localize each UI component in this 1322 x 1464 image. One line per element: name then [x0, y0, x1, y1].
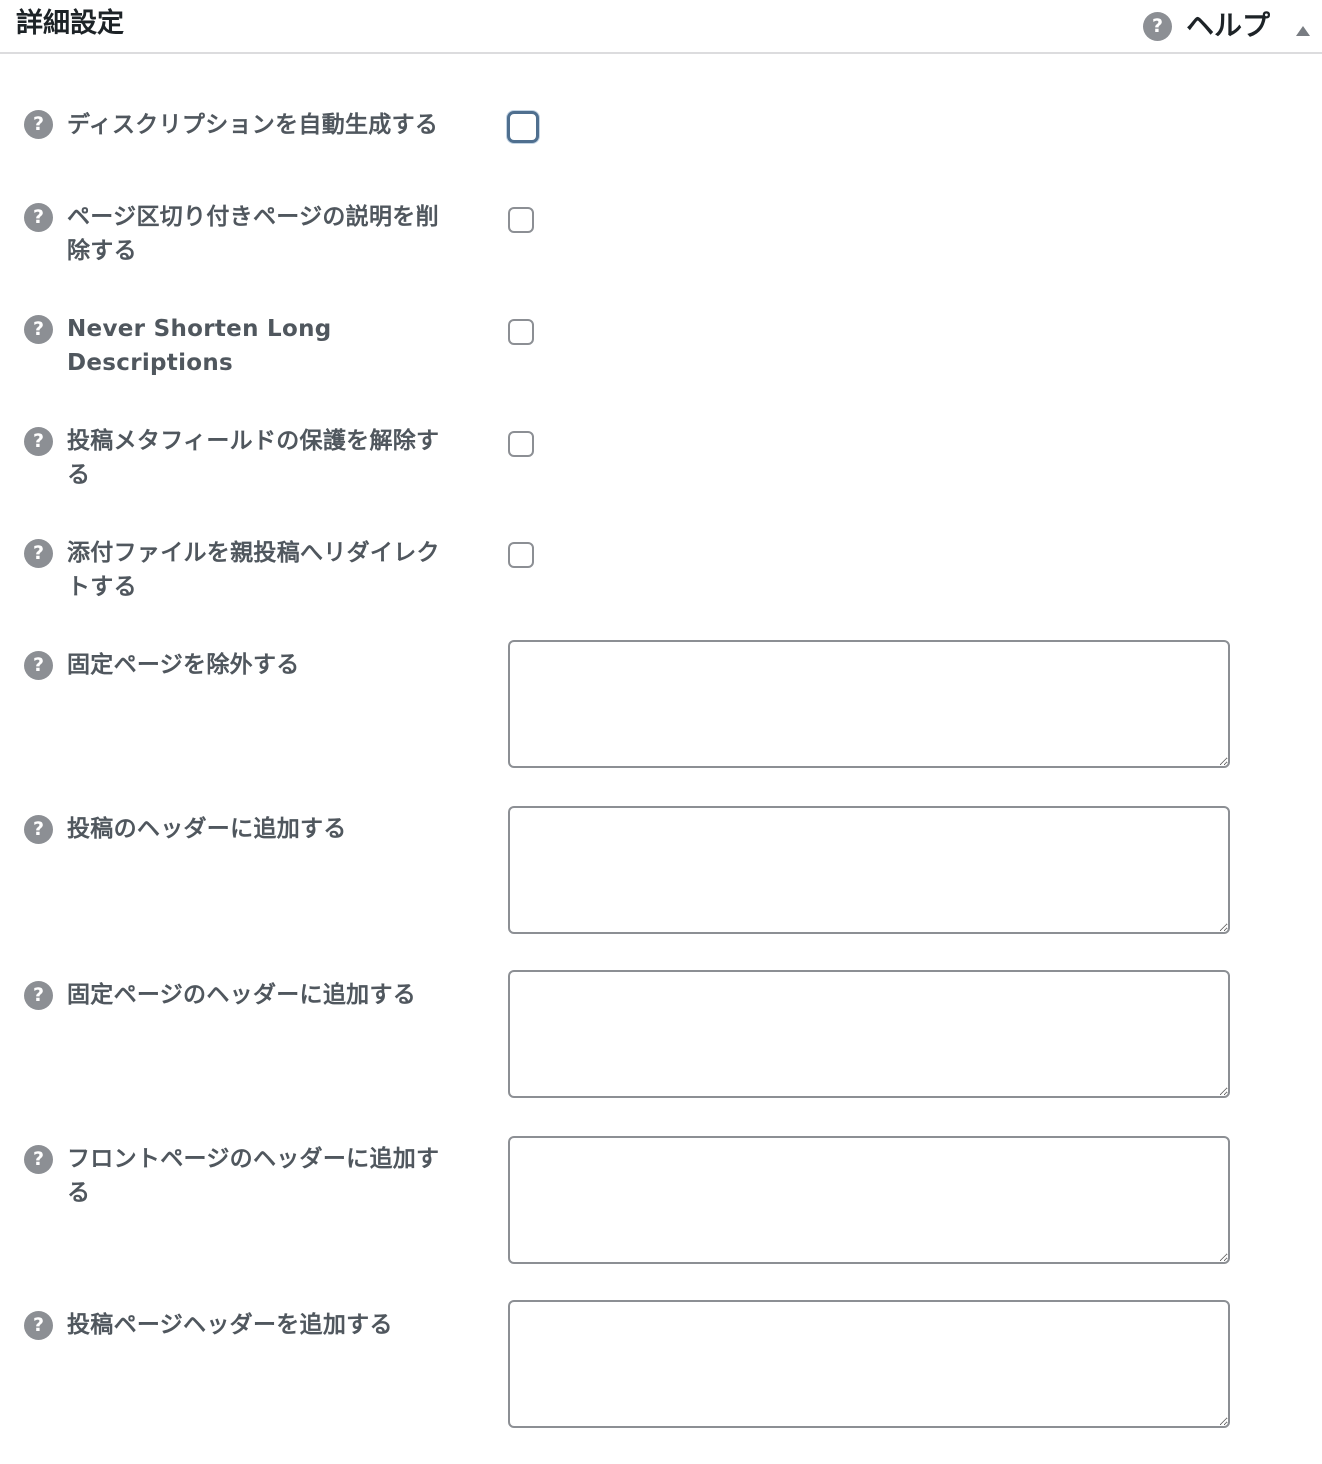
help-icon[interactable]: ? [24, 1311, 53, 1340]
setting-label: ページ区切り付きページの説明を削除する [67, 204, 439, 264]
post-header-textarea[interactable] [508, 806, 1230, 934]
front-page-header-textarea[interactable] [508, 1136, 1230, 1264]
help-icon[interactable]: ? [24, 815, 53, 844]
help-icon[interactable]: ? [24, 203, 53, 232]
help-icon[interactable]: ? [24, 651, 53, 680]
auto-description-checkbox[interactable] [507, 111, 539, 143]
section-title: 詳細設定 [16, 8, 124, 39]
paged-description-checkbox[interactable] [508, 207, 534, 233]
unprotect-meta-checkbox[interactable] [508, 431, 534, 457]
setting-label: フロントページのヘッダーに追加する [67, 1146, 440, 1206]
section-header: 詳細設定 ? ヘルプ [0, 0, 1322, 54]
setting-label: 投稿のヘッダーに追加する [67, 816, 347, 842]
setting-label: 投稿ページヘッダーを追加する [67, 1312, 393, 1338]
help-icon[interactable]: ? [24, 1145, 53, 1174]
exclude-pages-textarea[interactable] [508, 640, 1230, 768]
help-toggle[interactable]: ? ヘルプ [1143, 9, 1270, 43]
page-header-textarea[interactable] [508, 970, 1230, 1098]
help-icon[interactable]: ? [24, 427, 53, 456]
setting-label: 固定ページのヘッダーに追加する [67, 982, 417, 1008]
question-circle-icon: ? [1143, 11, 1172, 41]
blog-page-header-textarea[interactable] [508, 1300, 1230, 1428]
help-icon[interactable]: ? [24, 110, 53, 139]
redirect-attachment-checkbox[interactable] [508, 542, 534, 568]
help-icon[interactable]: ? [24, 981, 53, 1010]
help-icon[interactable]: ? [24, 539, 53, 568]
help-icon[interactable]: ? [24, 315, 53, 344]
help-label: ヘルプ [1186, 9, 1271, 42]
setting-label: ディスクリプションを自動生成する [67, 112, 439, 138]
never-shorten-checkbox[interactable] [508, 319, 534, 345]
arrow-up-icon[interactable] [1296, 26, 1310, 36]
setting-label: 固定ページを除外する [67, 652, 300, 678]
setting-label: Never Shorten Long Descriptions [67, 316, 332, 376]
setting-label: 投稿メタフィールドの保護を解除する [67, 428, 440, 488]
setting-label: 添付ファイルを親投稿へリダイレクトする [67, 540, 440, 600]
